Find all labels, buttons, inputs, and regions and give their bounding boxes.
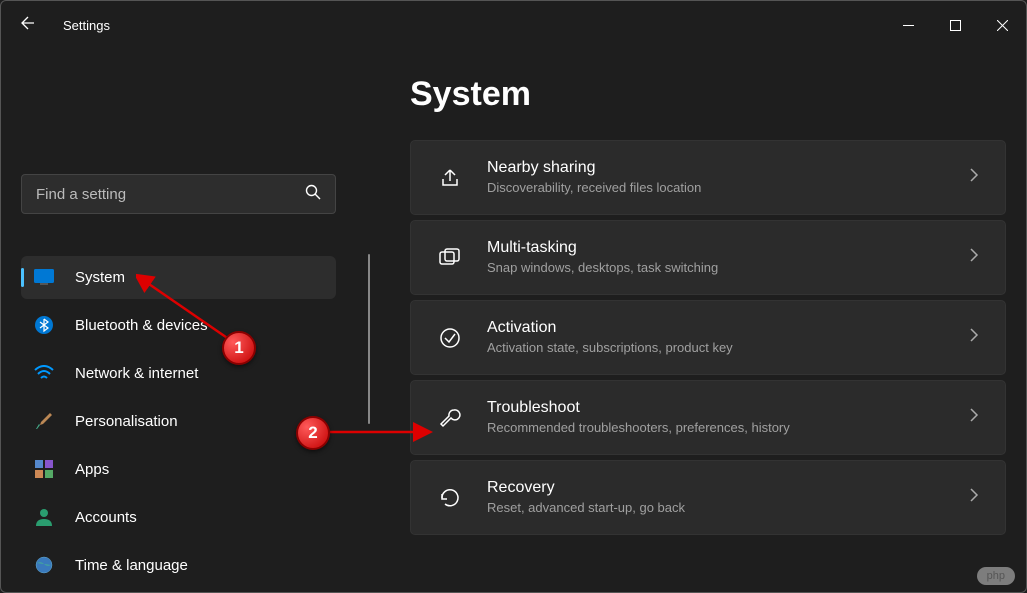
search-icon: [305, 184, 321, 205]
settings-item-desc: Activation state, subscriptions, product…: [487, 339, 945, 357]
chevron-right-icon: [969, 327, 979, 348]
settings-list: Nearby sharing Discoverability, received…: [410, 140, 1006, 535]
globe-icon: [33, 554, 55, 576]
sidebar-item-network[interactable]: Network & internet: [21, 352, 336, 395]
sidebar-item-label: Accounts: [75, 509, 137, 526]
sidebar-item-apps[interactable]: Apps: [21, 448, 336, 491]
close-button[interactable]: [979, 7, 1026, 43]
chevron-right-icon: [969, 487, 979, 508]
settings-item-desc: Snap windows, desktops, task switching: [487, 259, 945, 277]
multitask-icon: [437, 248, 463, 268]
settings-item-title: Troubleshoot: [487, 398, 945, 419]
sidebar-item-label: Network & internet: [75, 365, 198, 382]
settings-item-desc: Recommended troubleshooters, preferences…: [487, 419, 945, 437]
back-button[interactable]: [19, 15, 35, 36]
check-icon: [437, 327, 463, 349]
search-box[interactable]: [21, 174, 336, 213]
brush-icon: [33, 410, 55, 432]
settings-item-title: Recovery: [487, 478, 945, 499]
sidebar-item-label: Apps: [75, 461, 109, 478]
sidebar-item-personalisation[interactable]: Personalisation: [21, 400, 336, 443]
titlebar: Settings: [1, 1, 1026, 49]
wifi-icon: [33, 362, 55, 384]
person-icon: [33, 506, 55, 528]
settings-item-desc: Reset, advanced start-up, go back: [487, 499, 945, 517]
bluetooth-icon: [33, 314, 55, 336]
sidebar-item-label: System: [75, 269, 125, 286]
settings-item-title: Nearby sharing: [487, 158, 945, 179]
chevron-right-icon: [969, 247, 979, 268]
minimize-button[interactable]: [885, 7, 932, 43]
sidebar-item-system[interactable]: System: [21, 256, 336, 299]
sidebar-item-label: Personalisation: [75, 413, 178, 430]
sidebar-item-bluetooth[interactable]: Bluetooth & devices: [21, 304, 336, 347]
maximize-button[interactable]: [932, 7, 979, 43]
settings-item-troubleshoot[interactable]: Troubleshoot Recommended troubleshooters…: [410, 380, 1006, 455]
content: System Nearby sharing Discoverability, r…: [356, 49, 1026, 592]
display-icon: [33, 266, 55, 288]
settings-item-nearby-sharing[interactable]: Nearby sharing Discoverability, received…: [410, 140, 1006, 215]
sidebar-item-time-language[interactable]: Time & language: [21, 544, 336, 587]
share-icon: [437, 167, 463, 189]
sidebar: System Bluetooth & devices Network & int…: [1, 49, 356, 592]
page-title: System: [410, 75, 1006, 114]
apps-icon: [33, 458, 55, 480]
recover-icon: [437, 487, 463, 509]
nav-list: System Bluetooth & devices Network & int…: [21, 256, 336, 592]
sidebar-item-label: Bluetooth & devices: [75, 317, 208, 334]
wrench-icon: [437, 407, 463, 429]
sidebar-item-label: Time & language: [75, 557, 188, 574]
settings-item-activation[interactable]: Activation Activation state, subscriptio…: [410, 300, 1006, 375]
sidebar-item-accounts[interactable]: Accounts: [21, 496, 336, 539]
settings-item-multitasking[interactable]: Multi-tasking Snap windows, desktops, ta…: [410, 220, 1006, 295]
window-controls: [885, 7, 1026, 43]
settings-item-title: Multi-tasking: [487, 238, 945, 259]
chevron-right-icon: [969, 167, 979, 188]
settings-item-desc: Discoverability, received files location: [487, 179, 945, 197]
search-input[interactable]: [36, 186, 305, 203]
chevron-right-icon: [969, 407, 979, 428]
window-title: Settings: [63, 18, 110, 33]
settings-item-recovery[interactable]: Recovery Reset, advanced start-up, go ba…: [410, 460, 1006, 535]
settings-item-title: Activation: [487, 318, 945, 339]
